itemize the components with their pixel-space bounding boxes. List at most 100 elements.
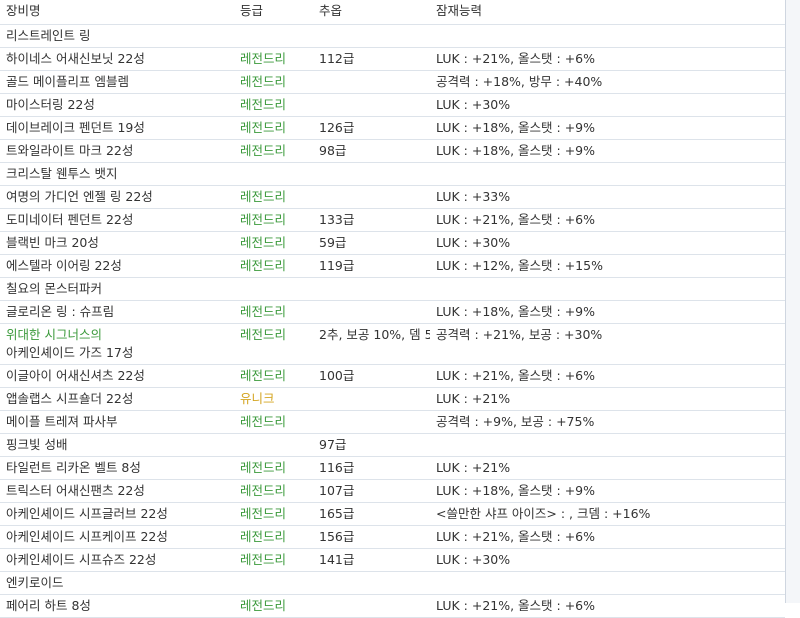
- item-name-cell: 트와일라이트 마크 22성: [0, 139, 234, 163]
- empty-cell: [313, 277, 430, 301]
- grade-cell: 레전드리: [234, 300, 313, 324]
- potential-cell: LUK : +30%: [430, 548, 785, 572]
- table-row: 하이네스 어새신보닛 22성 레전드리 112급 LUK : +21%, 올스탯 : …: [0, 47, 785, 71]
- item-name-cell: 이글아이 어새신셔츠 22성: [0, 364, 234, 388]
- item-name-cell: 도미네이터 펜던트 22성: [0, 208, 234, 232]
- table-row: 타일런트 리카온 벨트 8성 레전드리 116급 LUK : +21%: [0, 456, 785, 480]
- flame-cell: [313, 594, 430, 618]
- item-name: 메이플 트레져 파사부: [6, 414, 118, 429]
- potential-cell: LUK : +12%, 올스탯 : +15%: [430, 254, 785, 278]
- table-row: 글로리온 링 : 슈프림 레전드리 LUK : +18%, 올스탯 : +9%: [0, 300, 785, 324]
- potential-cell: LUK : +30%: [430, 231, 785, 255]
- table-row: 핑크빛 성배 97급: [0, 433, 785, 457]
- empty-cell: [430, 24, 785, 48]
- table-row: 트릭스터 어새신팬츠 22성 레전드리 107급 LUK : +18%, 올스탯 : …: [0, 479, 785, 503]
- item-name: 마이스터링 22성: [6, 97, 95, 112]
- empty-cell: [234, 277, 313, 301]
- potential-cell: 공격력 : +18%, 방무 : +40%: [430, 70, 785, 94]
- table-row: 트와일라이트 마크 22성 레전드리 98급 LUK : +18%, 올스탯 : +9…: [0, 139, 785, 163]
- flame-cell: 2추, 보공 10%, 뎀 5%: [313, 323, 430, 365]
- grade-cell: [234, 433, 313, 457]
- table-row: 아케인셰이드 시프슈즈 22성 레전드리 141급 LUK : +30%: [0, 548, 785, 572]
- item-name: 핑크빛 성배: [6, 437, 68, 452]
- potential-cell: LUK : +21%, 올스탯 : +6%: [430, 594, 785, 618]
- empty-cell: [313, 24, 430, 48]
- item-name-cell: 핑크빛 성배: [0, 433, 234, 457]
- table-row: 골드 메이플리프 엠블렘 레전드리 공격력 : +18%, 방무 : +40%: [0, 70, 785, 94]
- grade-cell: 레전드리: [234, 594, 313, 618]
- set-name: 위대한 시그너스의: [6, 327, 102, 342]
- grade-cell: 레전드리: [234, 254, 313, 278]
- table-row: 아케인셰이드 시프글러브 22성 레전드리 165급 <쓸만한 샤프 아이즈> : ,…: [0, 502, 785, 526]
- grade-cell: 레전드리: [234, 502, 313, 526]
- grade-cell: 레전드리: [234, 116, 313, 140]
- item-name-cell: 아케인셰이드 시프글러브 22성: [0, 502, 234, 526]
- grade-cell: 레전드리: [234, 410, 313, 434]
- empty-cell: [430, 162, 785, 186]
- flame-cell: [313, 300, 430, 324]
- item-name: 이글아이 어새신셔츠 22성: [6, 368, 145, 383]
- section-row: 엔키로이드: [0, 571, 785, 595]
- potential-cell: LUK : +21%: [430, 456, 785, 480]
- item-name-cell: 에스텔라 이어링 22성: [0, 254, 234, 278]
- scrollbar[interactable]: [786, 0, 800, 603]
- item-name-cell: 블랙빈 마크 20성: [0, 231, 234, 255]
- empty-cell: [430, 571, 785, 595]
- table-row: 블랙빈 마크 20성 레전드리 59급 LUK : +30%: [0, 231, 785, 255]
- section-name: 엔키로이드: [0, 571, 234, 595]
- grade-cell: 레전드리: [234, 208, 313, 232]
- flame-cell: 107급: [313, 479, 430, 503]
- item-name-cell: 마이스터링 22성: [0, 93, 234, 117]
- potential-cell: [430, 433, 785, 457]
- item-name-cell: 글로리온 링 : 슈프림: [0, 300, 234, 324]
- section-name: 크리스탈 웬투스 뱃지: [0, 162, 234, 186]
- potential-cell: <쓸만한 샤프 아이즈> : , 크뎀 : +16%: [430, 502, 785, 526]
- item-name: 에스텔라 이어링 22성: [6, 258, 122, 273]
- item-name-cell: 아케인셰이드 시프케이프 22성: [0, 525, 234, 549]
- potential-cell: LUK : +30%: [430, 93, 785, 117]
- flame-cell: 126급: [313, 116, 430, 140]
- empty-cell: [234, 162, 313, 186]
- table-header-row: 장비명 등급 추옵 잠재능력: [0, 0, 785, 25]
- item-name: 아케인셰이드 가즈 17성: [6, 345, 134, 360]
- flame-cell: 165급: [313, 502, 430, 526]
- flame-cell: 116급: [313, 456, 430, 480]
- table-row: 이글아이 어새신셔츠 22성 레전드리 100급 LUK : +21%, 올스탯 : …: [0, 364, 785, 388]
- table-row: 위대한 시그너스의아케인셰이드 가즈 17성 레전드리 2추, 보공 10%, 뎀 …: [0, 323, 785, 365]
- flame-cell: 59급: [313, 231, 430, 255]
- flame-cell: 97급: [313, 433, 430, 457]
- section-row: 리스트레인트 링: [0, 24, 785, 48]
- grade-cell: 유니크: [234, 387, 313, 411]
- item-name: 글로리온 링 : 슈프림: [6, 304, 115, 319]
- potential-cell: LUK : +33%: [430, 185, 785, 209]
- table-body: 리스트레인트 링 하이네스 어새신보닛 22성 레전드리 112급 LUK : +21%…: [0, 24, 785, 618]
- grade-cell: 레전드리: [234, 93, 313, 117]
- table-bottom-border: [0, 594, 785, 595]
- potential-cell: LUK : +21%, 올스탯 : +6%: [430, 47, 785, 71]
- item-name: 데이브레이크 펜던트 19성: [6, 120, 145, 135]
- table-row: 앱솔랩스 시프숄더 22성 유니크 LUK : +21%: [0, 387, 785, 411]
- item-name: 도미네이터 펜던트 22성: [6, 212, 134, 227]
- section-row: 칠요의 몬스터파커: [0, 277, 785, 301]
- table-row: 에스텔라 이어링 22성 레전드리 119급 LUK : +12%, 올스탯 : +1…: [0, 254, 785, 278]
- item-name: 앱솔랩스 시프숄더 22성: [6, 391, 134, 406]
- section-name: 칠요의 몬스터파커: [0, 277, 234, 301]
- item-name: 페어리 하트 8성: [6, 598, 91, 613]
- grade-cell: 레전드리: [234, 139, 313, 163]
- item-name: 아케인셰이드 시프케이프 22성: [6, 529, 168, 544]
- grade-cell: 레전드리: [234, 231, 313, 255]
- equipment-table-container: 장비명 등급 추옵 잠재능력 리스트레인트 링 하이네스 어새신보닛 22성 레전드…: [0, 0, 786, 618]
- header-flame: 추옵: [313, 0, 430, 25]
- item-name: 트릭스터 어새신팬츠 22성: [6, 483, 145, 498]
- header-grade: 등급: [234, 0, 313, 25]
- grade-cell: 레전드리: [234, 323, 313, 365]
- flame-cell: [313, 387, 430, 411]
- potential-cell: LUK : +18%, 올스탯 : +9%: [430, 300, 785, 324]
- flame-cell: [313, 185, 430, 209]
- item-name: 블랙빈 마크 20성: [6, 235, 99, 250]
- flame-cell: [313, 70, 430, 94]
- flame-cell: 141급: [313, 548, 430, 572]
- item-name-cell: 골드 메이플리프 엠블렘: [0, 70, 234, 94]
- item-name: 아케인셰이드 시프글러브 22성: [6, 506, 168, 521]
- table-row: 도미네이터 펜던트 22성 레전드리 133급 LUK : +21%, 올스탯 : +…: [0, 208, 785, 232]
